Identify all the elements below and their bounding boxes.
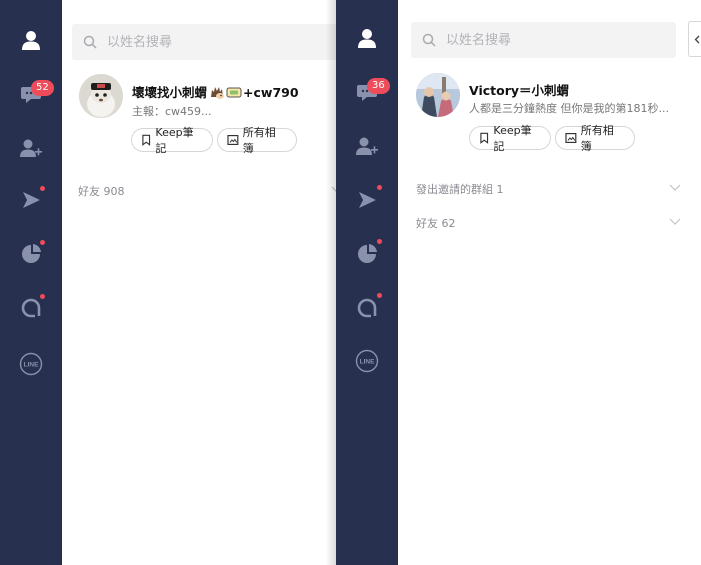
keep-button[interactable]: Keep筆記 [131,126,213,155]
search-icon [422,33,436,47]
albums-button[interactable]: 所有相簿 [555,124,635,153]
friends-section[interactable]: 好友 62 [416,215,456,231]
voom-notification-dot [40,186,45,191]
voom-notification-dot [377,185,382,190]
line-icon: LINE [19,352,43,376]
pie-icon [358,244,377,263]
profile-status: 主報：cw459... [132,105,212,118]
nav-line[interactable]: LINE [0,344,62,384]
nav-voom[interactable] [0,180,62,220]
profile-name: 壞壞找小刺蝟 +cw790 [132,82,299,103]
chevron-down-icon[interactable] [669,218,681,225]
nav-line[interactable]: LINE [336,341,398,381]
search-icon [83,35,97,49]
ticket-emoji-icon [226,85,242,103]
nav-apps[interactable] [336,288,398,328]
collapse-panel-button[interactable] [688,21,701,57]
svg-text:LINE: LINE [360,359,375,366]
chats-badge: 36 [367,78,390,94]
profile-name-suffix: +cw790 [243,85,299,100]
album-icon [565,132,577,144]
right-sidebar: 36 LINE [336,0,398,565]
nav-friends[interactable] [336,18,398,58]
play-icon [359,192,376,208]
chevron-down-icon[interactable] [669,184,681,191]
albums-button-label: 所有相簿 [242,126,276,155]
album-icon [227,134,239,146]
avatar[interactable] [416,73,460,117]
hedgehog-emoji-icon [209,85,225,103]
right-content: Victory＝小刺蝟 人都是三分鐘熱度 但你是我的第181秒... Keep筆… [398,0,701,565]
nav-today[interactable] [0,234,62,274]
search-input[interactable] [105,33,309,51]
play-icon [23,192,40,208]
chats-badge: 52 [31,80,54,96]
a-icon [357,298,377,318]
nav-friends[interactable] [0,20,62,60]
search-input[interactable] [444,31,648,49]
bookmark-icon [142,134,151,146]
profile-status: 人都是三分鐘熱度 但你是我的第181秒... [469,102,669,115]
apps-notification-dot [40,294,45,299]
pie-icon [22,244,41,263]
albums-button-label: 所有相簿 [580,124,614,153]
today-notification-dot [40,240,45,245]
chevron-left-icon [694,35,699,43]
nav-add-friend[interactable] [336,126,398,166]
right-window: 36 LINE 以姓名搜尋 Victory＝小刺蝟 人都是三分鐘熱度 但你是我的… [336,0,701,565]
keep-button-label: Keep筆記 [155,126,194,155]
avatar[interactable] [79,74,123,118]
keep-button[interactable]: Keep筆記 [469,124,551,153]
albums-button[interactable]: 所有相簿 [217,126,297,155]
today-notification-dot [377,239,382,244]
nav-voom[interactable] [336,180,398,220]
person-icon [22,31,40,50]
person-icon [358,29,376,48]
left-content: 壞壞找小刺蝟 +cw790 主報：cw459... Keep筆記 [62,0,352,565]
sent-invites-section[interactable]: 發出邀請的群組 1 [416,181,504,197]
apps-notification-dot [377,293,382,298]
svg-text:LINE: LINE [24,362,39,369]
line-icon: LINE [355,349,379,373]
bookmark-icon [480,132,489,144]
add-friend-icon [356,137,378,155]
left-sidebar: 52 LINE [0,0,62,565]
nav-apps[interactable] [0,288,62,328]
a-icon [21,298,41,318]
window-shadow [326,0,336,565]
friends-section[interactable]: 好友 908 [78,183,125,199]
nav-chats[interactable] [336,72,398,112]
search-bar[interactable] [72,24,352,60]
nav-today[interactable] [336,234,398,274]
keep-button-label: Keep筆記 [493,124,532,153]
add-friend-icon [20,139,42,157]
left-window: 52 LINE 以姓名搜尋 壞壞找小刺蝟 +cw790 主報：cw459... … [0,0,352,565]
profile-name-text: 壞壞找小刺蝟 [132,85,208,100]
nav-add-friend[interactable] [0,128,62,168]
profile-name: Victory＝小刺蝟 [469,83,570,98]
search-bar[interactable] [411,22,676,58]
nav-chats[interactable] [0,74,62,114]
